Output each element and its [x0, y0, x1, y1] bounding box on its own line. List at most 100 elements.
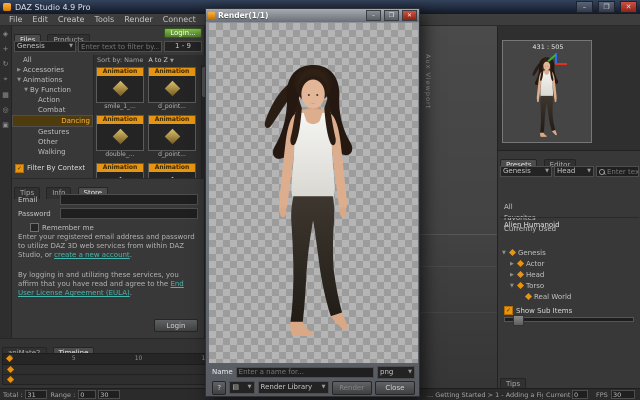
- login-quick-button[interactable]: Login...: [164, 28, 202, 38]
- content-pane-tabs: Files Products: [14, 27, 91, 39]
- daz-studio-window: DAZ Studio 4.9 Pro – ❐ ✕ File Edit Creat…: [0, 0, 640, 400]
- current-frame-field[interactable]: [572, 390, 588, 399]
- category-walking[interactable]: Walking: [12, 147, 93, 157]
- aux-viewport-pane[interactable]: 431 : 505: [497, 26, 640, 150]
- name-label: Name: [212, 368, 233, 376]
- shaping-search-input[interactable]: Enter text to filter by...: [596, 166, 639, 177]
- render-result-canvas: [209, 23, 418, 363]
- menu-render[interactable]: Render: [119, 14, 157, 25]
- asset-thumbnail[interactable]: Animation d_point...: [148, 67, 196, 111]
- store-paragraph-1: Enter your registered email address and …: [18, 233, 198, 260]
- chevron-down-icon: ▼: [587, 167, 591, 176]
- node-selection-tool-icon[interactable]: ◈: [1, 30, 11, 38]
- category-by-function[interactable]: ▼By Function: [12, 85, 93, 95]
- range-start-field[interactable]: [78, 390, 96, 399]
- format-dropdown[interactable]: png▼: [377, 366, 415, 379]
- asset-thumbnail[interactable]: Animation double_...: [96, 115, 144, 159]
- thumbnail-label: d_point...: [148, 151, 196, 159]
- aux-preview[interactable]: 431 : 505: [502, 40, 592, 143]
- region-scope-dropdown[interactable]: Head▼: [554, 166, 594, 177]
- asset-thumbnail[interactable]: Animation d_point...: [148, 115, 196, 159]
- show-sub-items-checkbox[interactable]: ✓ Show Sub Items: [500, 305, 639, 316]
- placeholder-icon: [164, 129, 180, 145]
- maximize-button[interactable]: ❐: [598, 1, 615, 13]
- tree-head[interactable]: ▶Head: [500, 269, 639, 280]
- sort-bar[interactable]: Sort by: Name A to Z ▼: [94, 55, 205, 65]
- category-gestures[interactable]: Gestures: [12, 127, 93, 137]
- password-label: Password: [18, 210, 58, 218]
- range-end-field[interactable]: [98, 390, 120, 399]
- category-animations[interactable]: ▼Animations: [12, 75, 93, 85]
- help-button[interactable]: ?: [212, 381, 226, 395]
- keyframe-icon[interactable]: [7, 366, 14, 373]
- node-icon: [517, 282, 524, 289]
- render-tool-icon[interactable]: ▣: [1, 121, 11, 129]
- scale-tool-icon[interactable]: ⌖: [1, 75, 11, 84]
- surface-tool-icon[interactable]: ▦: [1, 91, 11, 99]
- range-label: Range :: [50, 391, 75, 399]
- render-name-input[interactable]: [236, 367, 374, 378]
- save-image-icon-button[interactable]: ▤▼: [229, 381, 254, 394]
- category-all[interactable]: All: [12, 55, 93, 65]
- category-accessories[interactable]: ▶Accessories: [12, 65, 93, 75]
- animation-badge: Animation: [149, 164, 195, 172]
- asset-thumbnail[interactable]: Animation smile_1_...: [96, 67, 144, 111]
- filter-all[interactable]: All: [498, 202, 640, 213]
- chevron-down-icon: ▼: [69, 42, 73, 51]
- render-close-button[interactable]: Close: [375, 381, 415, 395]
- asset-browser: Sort by: Name A to Z ▼ Animation smile_1…: [93, 55, 205, 178]
- translate-tool-icon[interactable]: +: [1, 45, 11, 53]
- thumbnail-label: d_point...: [148, 103, 196, 111]
- asset-thumbnail[interactable]: Animation: [96, 163, 144, 178]
- minimize-button[interactable]: –: [576, 1, 593, 13]
- render-dialog-titlebar[interactable]: Render(1/1) – ❐ ✕: [206, 9, 419, 22]
- email-field[interactable]: [60, 194, 198, 205]
- slider-handle[interactable]: [513, 315, 524, 326]
- remember-me-checkbox[interactable]: Remember me: [30, 223, 94, 232]
- filter-by-context-checkbox[interactable]: ✓ Filter By Context: [12, 163, 93, 173]
- morph-slider[interactable]: [504, 317, 634, 322]
- category-dancing[interactable]: Dancing: [12, 115, 93, 127]
- fps-field[interactable]: [611, 390, 635, 399]
- morph-item-label[interactable]: Alien Humanoid: [504, 221, 560, 229]
- tree-torso[interactable]: ▼Torso: [500, 280, 639, 291]
- category-action[interactable]: Action: [12, 95, 93, 105]
- keyframe-icon[interactable]: [7, 376, 14, 383]
- aux-dimensions-label: 431 : 505: [503, 43, 593, 51]
- render-dialog[interactable]: Render(1/1) – ❐ ✕ Name png▼ ? ▤▼ Render …: [205, 8, 420, 397]
- render-button[interactable]: Render: [332, 381, 372, 395]
- tree-actor[interactable]: ▶Actor: [500, 258, 639, 269]
- figure-scope-dropdown[interactable]: Genesis▼: [500, 166, 552, 177]
- rotate-tool-icon[interactable]: ↻: [1, 60, 11, 68]
- total-frames-field[interactable]: [25, 390, 47, 399]
- asset-thumbnail[interactable]: Animation: [148, 163, 196, 178]
- content-search-input[interactable]: [78, 41, 162, 52]
- create-account-link[interactable]: create a new account: [54, 251, 130, 259]
- category-combat[interactable]: Combat: [12, 105, 93, 115]
- close-button[interactable]: ✕: [620, 1, 637, 13]
- animation-badge: Animation: [97, 116, 143, 124]
- password-field[interactable]: [60, 208, 198, 219]
- placeholder-icon: [164, 81, 180, 97]
- render-library-dropdown[interactable]: Render Library ▼: [258, 381, 329, 394]
- tree-real-world[interactable]: Real World: [500, 291, 639, 302]
- store-login-button[interactable]: Login: [154, 319, 198, 332]
- figure-selector-dropdown[interactable]: Genesis ▼: [14, 41, 76, 52]
- tree-genesis[interactable]: ▼Genesis: [500, 247, 639, 258]
- node-icon: [509, 249, 516, 256]
- chevron-down-icon: ▼: [408, 368, 412, 377]
- menu-edit[interactable]: Edit: [27, 14, 53, 25]
- camera-tool-icon[interactable]: ◎: [1, 106, 11, 114]
- category-other[interactable]: Other: [12, 137, 93, 147]
- pager-control[interactable]: 1 - 9: [164, 41, 202, 52]
- image-icon: ▤: [232, 383, 239, 392]
- render-close-icon-button[interactable]: ✕: [402, 10, 417, 21]
- aux-viewport-tab[interactable]: Aux Viewport: [424, 54, 432, 128]
- menu-tools[interactable]: Tools: [89, 14, 119, 25]
- menu-file[interactable]: File: [4, 14, 27, 25]
- placeholder-icon: [112, 129, 128, 145]
- menu-create[interactable]: Create: [53, 14, 90, 25]
- menu-connect[interactable]: Connect: [158, 14, 201, 25]
- render-maximize-button[interactable]: ❐: [384, 10, 399, 21]
- render-minimize-button[interactable]: –: [366, 10, 381, 21]
